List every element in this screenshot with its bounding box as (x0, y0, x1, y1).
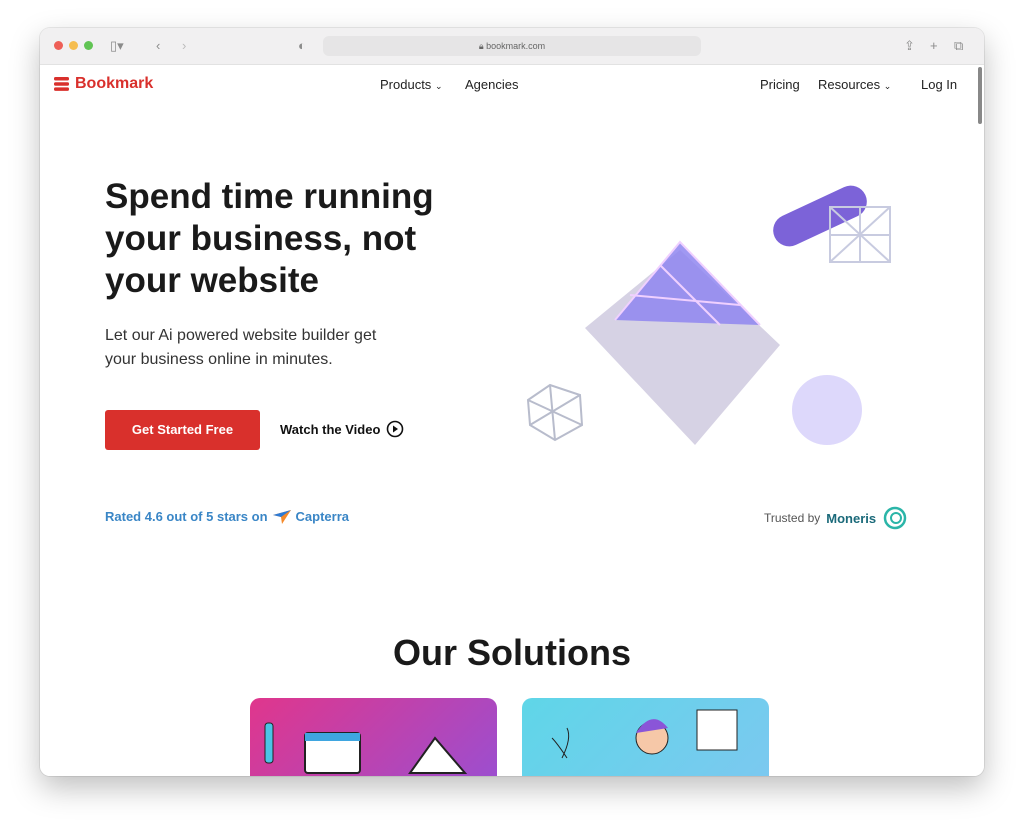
capterra-rating[interactable]: Rated 4.6 out of 5 stars on Capterra (105, 509, 349, 524)
get-started-button[interactable]: Get Started Free (105, 410, 260, 450)
back-icon[interactable]: ‹ (156, 37, 160, 55)
browser-window: ▯▾ ‹ › ◐ 🔒︎ bookmark.com ⇪ + ⧉ Bookmark … (40, 28, 984, 776)
share-icon[interactable]: ⇪ (904, 37, 915, 55)
nav-login[interactable]: Log In (921, 77, 957, 92)
bookmark-logo-icon (54, 77, 69, 91)
rating-text: Rated 4.6 out of 5 stars on (105, 509, 268, 524)
minimize-window-button[interactable] (69, 41, 78, 50)
capterra-label: Capterra (295, 509, 350, 524)
chevron-down-icon: ⌄ (883, 81, 892, 91)
capterra-logo-icon (272, 509, 291, 524)
hero-title: Spend time running your business, not yo… (105, 177, 434, 300)
watch-video-label: Watch the Video (280, 421, 381, 437)
new-tab-icon[interactable]: + (930, 37, 938, 55)
nav-pricing[interactable]: Pricing (760, 77, 800, 92)
solutions-title: Our Solutions (393, 632, 631, 673)
nav-resources[interactable]: Resources ⌄ (818, 77, 891, 92)
browser-toolbar: ▯▾ ‹ › ◐ 🔒︎ bookmark.com ⇪ + ⧉ (40, 28, 984, 65)
watch-video-button[interactable]: Watch the Video (280, 420, 404, 438)
hero-subtitle: Let our Ai powered website builder get y… (105, 327, 377, 368)
close-window-button[interactable] (54, 41, 63, 50)
forward-icon[interactable]: › (182, 37, 186, 55)
trusted-by: Trusted by Moneris (764, 505, 908, 531)
scrollbar[interactable] (978, 67, 982, 124)
moneris-swirl-icon (883, 506, 907, 530)
maximize-window-button[interactable] (84, 41, 93, 50)
url-text: bookmark.com (486, 41, 546, 51)
brand-name: Bookmark (75, 75, 154, 92)
tabs-overview-icon[interactable]: ⧉ (954, 37, 963, 55)
solution-card-2[interactable] (522, 698, 769, 776)
web-page: Bookmark Products ⌄ Agencies Pricing Res… (40, 65, 984, 776)
brand-logo[interactable]: Bookmark (54, 75, 153, 93)
sidebar-icon[interactable]: ▯▾ (110, 37, 124, 55)
moneris-logo: Moneris (826, 510, 877, 526)
play-circle-icon (387, 420, 404, 438)
privacy-shield-icon[interactable]: ◐ (298, 37, 306, 55)
address-bar[interactable]: 🔒︎ bookmark.com (323, 36, 701, 56)
solution-illustration (551, 709, 738, 759)
solution-card-1[interactable] (250, 698, 497, 776)
nav-products[interactable]: Products ⌄ (380, 77, 442, 92)
hero-illustration (526, 185, 891, 445)
trusted-text: Trusted by (764, 511, 821, 525)
solution-illustration (264, 722, 468, 774)
nav-agencies[interactable]: Agencies (465, 77, 518, 92)
chevron-down-icon: ⌄ (434, 81, 443, 91)
